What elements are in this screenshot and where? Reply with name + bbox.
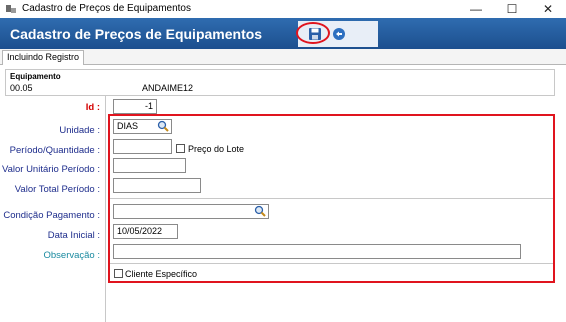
tab-incluindo-registro[interactable]: Incluindo Registro: [2, 50, 85, 65]
equipment-label: Equipamento: [10, 72, 61, 81]
minimize-button[interactable]: —: [458, 0, 494, 18]
save-highlight: [296, 22, 330, 44]
id-field[interactable]: -1: [113, 99, 157, 114]
tab-bar: Incluindo Registro: [0, 49, 566, 65]
valor-unitario-label: Valor Unitário Período :: [1, 164, 100, 175]
window-titlebar: Cadastro de Preços de Equipamentos — ☐ ✕: [0, 0, 566, 18]
observacao-label: Observação :: [43, 250, 101, 261]
unidade-label: Unidade :: [59, 125, 100, 136]
maximize-button[interactable]: ☐: [494, 0, 530, 18]
equipment-panel: Equipamento 00.05 ANDAIME12: [5, 69, 555, 96]
id-label: Id :: [85, 102, 100, 113]
close-button[interactable]: ✕: [530, 0, 566, 18]
form-header: Cadastro de Preços de Equipamentos: [0, 18, 566, 49]
data-inicial-label: Data Inicial :: [47, 230, 100, 241]
window-title: Cadastro de Preços de Equipamentos: [22, 3, 191, 14]
condicao-pagamento-label: Condição Pagamento :: [3, 210, 100, 221]
page-title: Cadastro de Preços de Equipamentos: [10, 26, 263, 42]
app-icon: [6, 5, 16, 13]
periodo-label: Período/Quantidade :: [9, 145, 100, 156]
equipment-code: 00.05: [10, 83, 33, 93]
equipment-name: ANDAIME12: [142, 83, 194, 93]
fields-highlight: [108, 114, 555, 283]
valor-total-label: Valor Total Período :: [14, 184, 100, 195]
undo-icon[interactable]: [332, 27, 346, 41]
